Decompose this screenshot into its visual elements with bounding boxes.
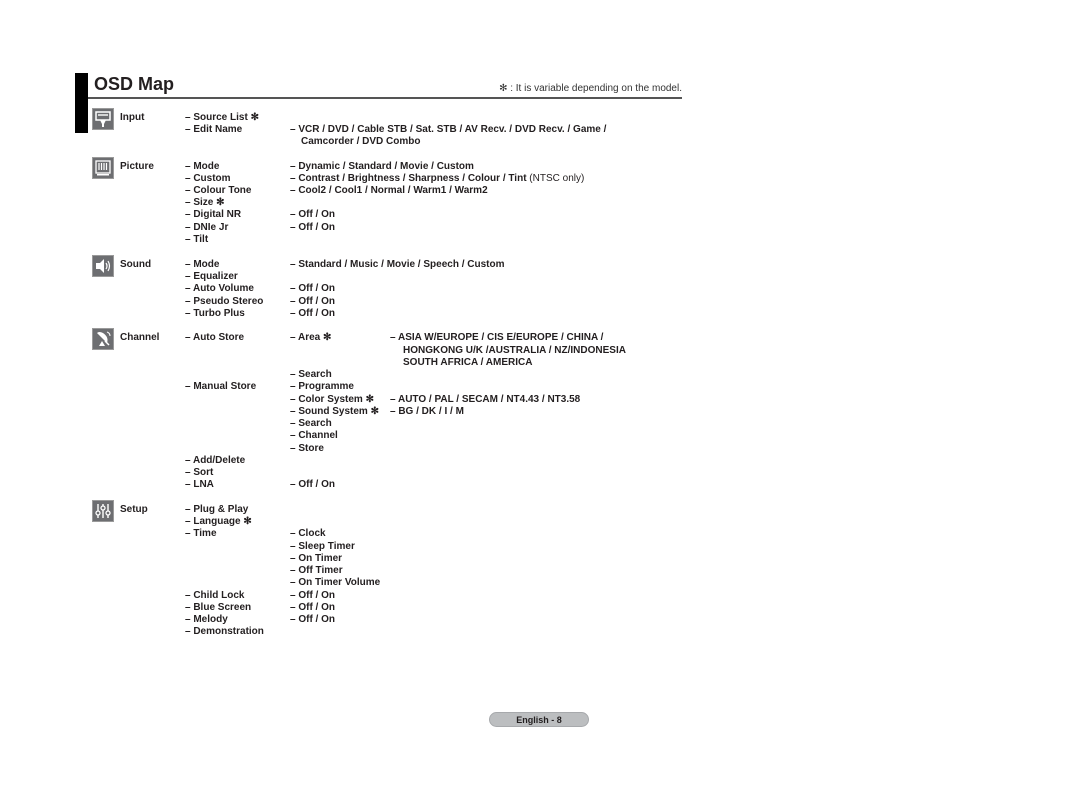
category-setup: Setup [120,504,148,515]
menu-item: – Demonstration [185,626,264,637]
menu-item: – Mode [185,161,220,172]
menu-item: – Channel [290,430,338,441]
menu-item: – Color System ✻ [290,394,374,405]
menu-item: – Add/Delete [185,455,246,466]
menu-value: – Off / On [290,590,335,601]
page-number-badge: English - 8 [489,712,589,727]
menu-value: – Standard / Music / Movie / Speech / Cu… [290,259,505,270]
menu-value: – VCR / DVD / Cable STB / Sat. STB / AV … [290,124,607,135]
menu-value: – On Timer [290,553,343,564]
menu-value: Camcorder / DVD Combo [301,136,421,147]
menu-item: – DNIe Jr [185,222,229,233]
menu-value: – Off / On [290,283,335,294]
menu-item: – Digital NR [185,209,242,220]
menu-item: – Child Lock [185,590,245,601]
menu-item: – Time [185,528,217,539]
menu-value: – Off / On [290,222,335,233]
menu-item: – Colour Tone [185,185,252,196]
menu-value: SOUTH AFRICA / AMERICA [403,357,533,368]
menu-item: – Sort [185,467,214,478]
menu-item: – Area ✻ [290,332,332,343]
menu-item: – Tilt [185,234,209,245]
menu-value: – AUTO / PAL / SECAM / NT4.43 / NT3.58 [390,394,581,405]
menu-item: – Programme [290,381,354,392]
menu-value: – Dynamic / Standard / Movie / Custom [290,161,474,172]
menu-item: – Size ✻ [185,197,225,208]
menu-value-text: – Contrast / Brightness / Sharpness / Co… [290,173,527,184]
menu-item: – Auto Store [185,332,245,343]
menu-value: – BG / DK / I / M [390,406,464,417]
ntsc-only-note: (NTSC only) [526,173,585,184]
category-picture: Picture [120,161,154,172]
title-divider [88,97,682,99]
menu-item: – LNA [185,479,214,490]
category-sound: Sound [120,259,152,270]
menu-item: – Melody [185,614,228,625]
page-title: OSD Map [94,74,175,94]
menu-value: – Off / On [290,479,335,490]
menu-item: – Pseudo Stereo [185,296,264,307]
menu-value: – Clock [290,528,326,539]
sliders-icon [92,500,114,522]
menu-item: – Mode [185,259,220,270]
menu-value: – Off Timer [290,565,343,576]
menu-item: – Source List ✻ [185,112,259,123]
menu-value: – Cool2 / Cool1 / Normal / Warm1 / Warm2 [290,185,488,196]
menu-item: – Blue Screen [185,602,252,613]
menu-value: – Off / On [290,209,335,220]
menu-item: – Search [290,369,332,380]
category-channel: Channel [120,332,160,343]
menu-item: – Sound System ✻ [290,406,379,417]
menu-value: – Off / On [290,308,335,319]
speaker-icon [92,255,114,277]
menu-item: – Turbo Plus [185,308,245,319]
menu-value: – Off / On [290,296,335,307]
menu-item: – Custom [185,173,231,184]
model-variance-note: ✻ : It is variable depending on the mode… [499,83,682,94]
menu-item: – Auto Volume [185,283,254,294]
picture-icon [92,157,114,179]
menu-item: – Language ✻ [185,516,252,527]
menu-value: – ASIA W/EUROPE / CIS E/EUROPE / CHINA / [390,332,604,343]
menu-value: – Off / On [290,614,335,625]
menu-item: – Edit Name [185,124,243,135]
menu-value: – Off / On [290,602,335,613]
menu-item: – Manual Store [185,381,257,392]
menu-item: – Store [290,443,324,454]
input-icon [92,108,114,130]
category-input: Input [120,112,145,123]
satellite-dish-icon [92,328,114,350]
menu-value: – On Timer Volume [290,577,381,588]
menu-value: – Contrast / Brightness / Sharpness / Co… [290,173,584,185]
menu-value: HONGKONG U/K /AUSTRALIA / NZ/INDONESIA [403,345,626,356]
menu-item: – Plug & Play [185,504,249,515]
section-marker-bar [75,73,88,133]
menu-value: – Sleep Timer [290,541,355,552]
menu-item: – Equalizer [185,271,238,282]
menu-item: – Search [290,418,332,429]
